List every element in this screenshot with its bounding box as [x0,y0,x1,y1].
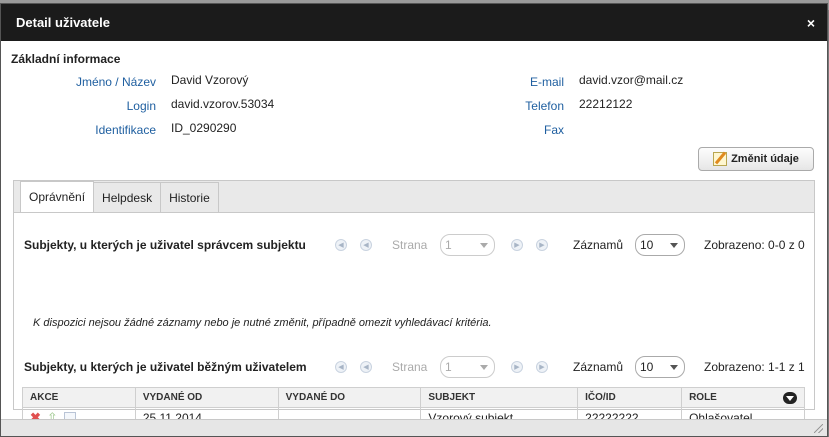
prev-page-icon[interactable]: ◀ [360,361,372,373]
col-issued-to[interactable]: VYDANÉ DO [277,387,422,408]
chevron-down-icon [670,365,678,370]
page-select[interactable]: 1 [440,234,495,256]
col-subject[interactable]: SUBJEKT [420,387,579,408]
change-details-label: Změnit údaje [731,153,799,165]
identification-value: ID_0290290 [171,121,237,135]
dialog-titlebar: Detail uživatele × [1,4,827,41]
dialog-statusbar [1,419,827,436]
phone-value: 22212122 [579,97,633,111]
records-select-value: 10 [640,360,654,374]
dialog-content: Základní informace Jméno / Název David V… [1,41,827,429]
empty-records-message: K dispozici nejsou žádné záznamy nebo je… [33,317,492,329]
fax-label: Fax [543,123,564,137]
chevron-down-icon [670,243,678,248]
admin-section-title: Subjekty, u kterých je uživatel správcem… [24,238,306,252]
records-select-value: 10 [640,238,654,252]
col-ico[interactable]: IČO/ID [577,387,683,408]
next-page-icon[interactable]: ▶ [511,361,523,373]
first-page-icon[interactable]: ◀ [335,361,347,373]
tab-bar: Oprávnění Helpdesk Historie [14,181,814,213]
resize-grip-icon[interactable] [814,424,823,433]
phone-label: Telefon [525,99,564,113]
admin-pager: Subjekty, u kterých je uživatel správcem… [14,233,814,257]
login-value: david.vzorov.53034 [171,97,275,111]
last-page-icon[interactable]: ▶ [536,361,548,373]
next-page-icon[interactable]: ▶ [511,239,523,251]
table-header-row: AKCE VYDANÉ OD VYDANÉ DO SUBJEKT IČO/ID … [22,387,805,408]
page-select-value: 1 [445,238,452,252]
records-per-page-select[interactable]: 10 [635,234,685,256]
tabs-panel: Oprávnění Helpdesk Historie Subjekty, u … [13,180,815,429]
change-details-button[interactable]: Změnit údaje [698,147,814,171]
column-menu-icon[interactable] [783,391,797,404]
tab-helpdesk[interactable]: Helpdesk [93,182,162,212]
records-per-page-select[interactable]: 10 [635,356,685,378]
first-page-icon[interactable]: ◀ [335,239,347,251]
tab-permissions[interactable]: Oprávnění [20,181,95,212]
basic-info-title: Základní informace [11,52,121,66]
login-label: Login [126,99,156,113]
name-value: David Vzorový [171,73,249,87]
tab-history[interactable]: Historie [160,182,219,212]
page-label: Strana [392,238,428,252]
col-role-label: ROLE [689,391,717,403]
col-issued-from[interactable]: VYDANÉ OD [134,387,279,408]
shown-count: Zobrazeno: 0-0 z 0 [704,238,805,252]
page-label: Strana [392,360,428,374]
last-page-icon[interactable]: ▶ [536,239,548,251]
dialog-title: Detail uživatele [16,15,110,30]
chevron-down-icon [480,243,488,248]
email-label: E-mail [529,75,564,89]
records-label: Záznamů [573,238,624,252]
col-role[interactable]: ROLE [681,387,805,408]
user-detail-dialog: Detail uživatele × Základní informace Jm… [0,3,828,437]
shown-count: Zobrazeno: 1-1 z 1 [704,360,805,374]
name-label: Jméno / Název [75,75,156,89]
user-section-title: Subjekty, u kterých je uživatel běžným u… [24,360,307,374]
records-label: Záznamů [573,360,624,374]
edit-icon [713,152,728,166]
identification-label: Identifikace [95,123,156,137]
user-pager: Subjekty, u kterých je uživatel běžným u… [14,355,814,379]
page-select[interactable]: 1 [440,356,495,378]
prev-page-icon[interactable]: ◀ [360,239,372,251]
email-value: david.vzor@mail.cz [579,73,684,87]
col-actions[interactable]: AKCE [22,387,136,408]
page-select-value: 1 [445,360,452,374]
chevron-down-icon [480,365,488,370]
close-icon[interactable]: × [807,15,815,31]
